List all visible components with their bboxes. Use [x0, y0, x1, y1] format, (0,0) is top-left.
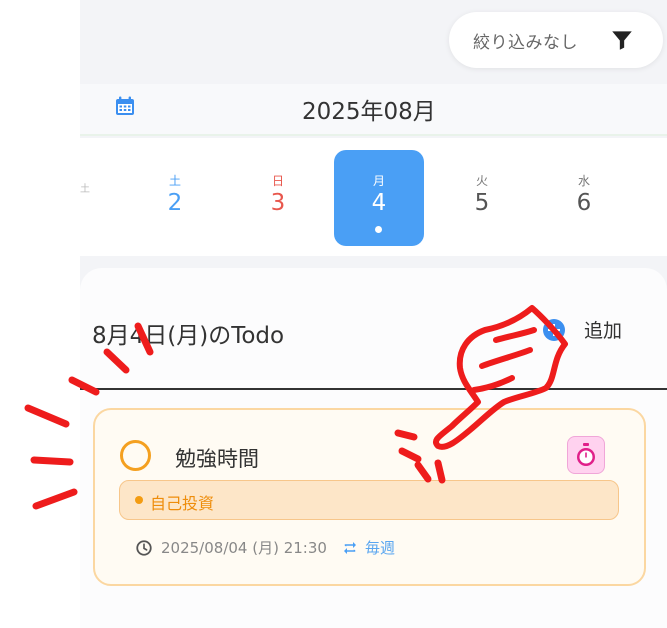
add-label: 追加 — [584, 320, 623, 342]
filter-label: 絞り込みなし — [473, 33, 578, 53]
day-item-2[interactable]: 土 2 — [130, 150, 220, 246]
category-dot — [135, 496, 143, 504]
task-card[interactable]: 勉強時間 自己投資 2025/08/04 (月) 21:30 毎週 — [93, 408, 646, 586]
day-item-5[interactable]: 火 5 — [437, 150, 527, 246]
month-title: 2025年08月 — [302, 99, 436, 125]
todo-heading: 8月4日(月)のTodo — [92, 323, 285, 349]
emphasis-stroke — [24, 404, 70, 428]
day-item-6[interactable]: 水 6 — [539, 150, 629, 246]
has-task-dot — [375, 226, 382, 233]
task-title: 勉強時間 — [175, 447, 259, 471]
day-weekday: 月 — [372, 174, 385, 188]
repeat-icon — [343, 541, 356, 554]
filter-icon — [612, 31, 632, 50]
stopwatch-icon — [577, 443, 595, 466]
day-weekday: 火 — [475, 174, 488, 188]
filter-button[interactable]: 絞り込みなし — [449, 12, 663, 68]
clock-icon — [136, 539, 152, 556]
day-weekday: 土 — [168, 174, 181, 188]
day-number: 5 — [474, 190, 490, 216]
day-number: 2 — [167, 190, 183, 216]
calendar-icon[interactable] — [113, 94, 137, 118]
day-edge-label: 土 — [80, 184, 90, 195]
add-todo-button[interactable]: 追加 — [543, 316, 622, 343]
task-datetime: 2025/08/04 (月) 21:30 — [161, 539, 327, 557]
day-item-4-selected[interactable]: 月 4 — [334, 150, 424, 246]
day-item-3[interactable]: 日 3 — [233, 150, 323, 246]
day-number: 6 — [576, 190, 592, 216]
plus-circle-icon — [543, 318, 565, 341]
emphasis-stroke — [32, 488, 78, 510]
divider — [80, 388, 667, 390]
day-weekday: 水 — [577, 174, 590, 188]
task-meta: 2025/08/04 (月) 21:30 毎週 — [135, 537, 395, 558]
timer-button[interactable] — [567, 436, 605, 474]
day-number: 4 — [371, 190, 387, 216]
repeat-label: 毎週 — [364, 539, 395, 557]
category-chip[interactable]: 自己投資 — [119, 480, 619, 520]
day-number: 3 — [270, 190, 286, 216]
category-label: 自己投資 — [150, 494, 215, 513]
month-header: 2025年08月 — [80, 84, 667, 136]
task-complete-checkbox[interactable] — [120, 440, 151, 471]
todo-panel: 8月4日(月)のTodo 追加 勉強時間 自己投資 2025/08/04 (月)… — [80, 268, 667, 628]
week-strip: 土 土 2 日 3 月 4 火 5 水 6 — [80, 138, 667, 256]
day-weekday: 日 — [271, 174, 284, 188]
emphasis-stroke — [30, 456, 74, 466]
